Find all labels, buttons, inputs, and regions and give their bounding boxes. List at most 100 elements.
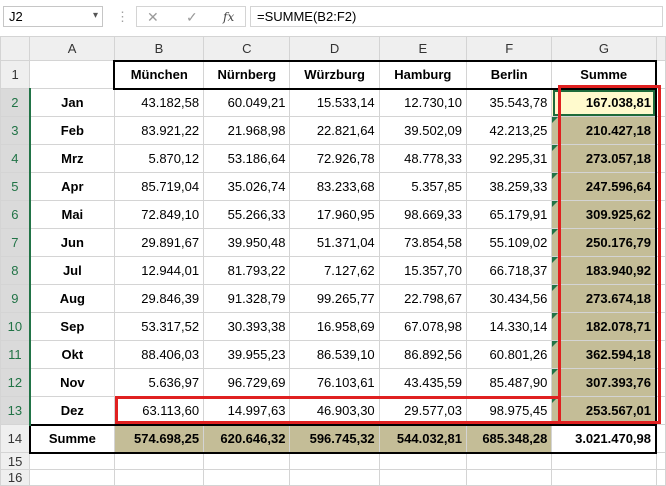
value-cell[interactable]: 5.357,85: [378, 172, 467, 201]
insert-function-icon[interactable]: fx: [223, 10, 234, 24]
enter-icon[interactable]: ✓: [186, 9, 198, 26]
value-cell[interactable]: 21.968,98: [203, 116, 291, 145]
value-cell[interactable]: 85.487,90: [465, 368, 553, 397]
empty-cell[interactable]: [465, 469, 553, 486]
value-cell[interactable]: 39.955,23: [203, 340, 291, 369]
total-cell[interactable]: 685.348,28: [465, 423, 553, 454]
column-header-f[interactable]: F: [465, 36, 553, 61]
row-header[interactable]: 14: [0, 424, 31, 453]
row-header[interactable]: 15: [0, 452, 31, 470]
month-label-cell[interactable]: Jun: [28, 228, 115, 257]
value-cell[interactable]: 43.182,58: [113, 88, 205, 117]
value-cell[interactable]: 98.669,33: [378, 200, 467, 229]
sum-cell[interactable]: 273.057,18: [551, 144, 658, 173]
value-cell[interactable]: 92.295,31: [465, 144, 553, 173]
row-header[interactable]: 13: [0, 396, 31, 425]
sum-cell[interactable]: 309.925,62: [551, 200, 658, 229]
name-box[interactable]: J2 ▾: [3, 6, 103, 27]
empty-cell[interactable]: [551, 469, 657, 486]
column-label-cell[interactable]: Nürnberg: [203, 59, 291, 90]
sum-cell[interactable]: 210.427,18: [551, 116, 658, 145]
column-header-e[interactable]: E: [378, 36, 467, 61]
value-cell[interactable]: 65.179,91: [465, 200, 553, 229]
empty-cell[interactable]: [378, 452, 467, 470]
value-cell[interactable]: 99.265,77: [289, 284, 380, 313]
value-cell[interactable]: 14.997,63: [203, 396, 291, 425]
empty-cell[interactable]: [655, 60, 666, 89]
row-header[interactable]: 4: [0, 144, 31, 173]
value-cell[interactable]: 30.393,38: [203, 312, 291, 341]
sum-cell[interactable]: 183.940,92: [551, 256, 658, 285]
total-cell[interactable]: 574.698,25: [113, 423, 205, 454]
row-header[interactable]: 2: [0, 88, 31, 117]
total-cell[interactable]: 544.032,81: [378, 423, 467, 454]
empty-cell[interactable]: [655, 368, 666, 397]
empty-cell[interactable]: [655, 452, 666, 470]
empty-cell[interactable]: [465, 452, 553, 470]
row-header[interactable]: 1: [0, 60, 31, 89]
month-label-cell[interactable]: Mrz: [28, 144, 115, 173]
value-cell[interactable]: 86.539,10: [289, 340, 380, 369]
empty-cell[interactable]: [655, 312, 666, 341]
row-header[interactable]: 5: [0, 172, 31, 201]
value-cell[interactable]: 51.371,04: [289, 228, 380, 257]
row-header[interactable]: 10: [0, 312, 31, 341]
value-cell[interactable]: 72.926,78: [289, 144, 380, 173]
value-cell[interactable]: 29.891,67: [113, 228, 205, 257]
value-cell[interactable]: 88.406,03: [113, 340, 205, 369]
row-header[interactable]: 12: [0, 368, 31, 397]
row-header[interactable]: 7: [0, 228, 31, 257]
value-cell[interactable]: 63.113,60: [113, 396, 205, 425]
value-cell[interactable]: 12.944,01: [113, 256, 205, 285]
sum-cell[interactable]: 307.393,76: [551, 368, 658, 397]
value-cell[interactable]: 91.328,79: [203, 284, 291, 313]
empty-cell[interactable]: [655, 172, 666, 201]
value-cell[interactable]: 96.729,69: [203, 368, 291, 397]
column-header-g[interactable]: G: [551, 36, 657, 61]
column-label-cell[interactable]: München: [113, 59, 205, 90]
month-label-cell[interactable]: Jul: [28, 256, 115, 285]
sum-cell[interactable]: 182.078,71: [551, 312, 658, 341]
empty-cell[interactable]: [655, 228, 666, 257]
value-cell[interactable]: 53.186,64: [203, 144, 291, 173]
month-label-cell[interactable]: Aug: [28, 284, 115, 313]
empty-cell[interactable]: [378, 469, 467, 486]
value-cell[interactable]: 86.892,56: [378, 340, 467, 369]
value-cell[interactable]: 12.730,10: [378, 88, 467, 117]
value-cell[interactable]: 7.127,62: [289, 256, 380, 285]
value-cell[interactable]: 42.213,25: [465, 116, 553, 145]
total-cell[interactable]: 620.646,32: [203, 423, 291, 454]
empty-cell[interactable]: [29, 469, 115, 486]
empty-cell[interactable]: [655, 469, 666, 486]
sum-cell[interactable]: 253.567,01: [551, 396, 658, 425]
value-cell[interactable]: 30.434,56: [465, 284, 553, 313]
cell-a1[interactable]: [29, 60, 115, 89]
month-label-cell[interactable]: Okt: [28, 340, 115, 369]
value-cell[interactable]: 35.543,78: [465, 88, 553, 117]
row-header[interactable]: 3: [0, 116, 31, 145]
value-cell[interactable]: 73.854,58: [378, 228, 467, 257]
sum-cell[interactable]: 273.674,18: [551, 284, 658, 313]
value-cell[interactable]: 38.259,33: [465, 172, 553, 201]
value-cell[interactable]: 55.109,02: [465, 228, 553, 257]
value-cell[interactable]: 98.975,45: [465, 396, 553, 425]
row-header[interactable]: 9: [0, 284, 31, 313]
chevron-down-icon[interactable]: ▾: [93, 10, 98, 21]
cancel-icon[interactable]: ✕: [147, 9, 159, 26]
value-cell[interactable]: 29.577,03: [378, 396, 467, 425]
empty-cell[interactable]: [29, 452, 115, 470]
drag-handle-icon[interactable]: ⋮: [116, 9, 129, 25]
active-cell[interactable]: 167.038,81: [551, 88, 658, 117]
value-cell[interactable]: 15.357,70: [378, 256, 467, 285]
empty-cell[interactable]: [655, 256, 666, 285]
value-cell[interactable]: 66.718,37: [465, 256, 553, 285]
sum-cell[interactable]: 247.596,64: [551, 172, 658, 201]
value-cell[interactable]: 53.317,52: [113, 312, 205, 341]
empty-cell[interactable]: [655, 116, 666, 145]
value-cell[interactable]: 83.233,68: [289, 172, 380, 201]
month-label-cell[interactable]: Nov: [28, 368, 115, 397]
column-label-cell[interactable]: Hamburg: [378, 59, 467, 90]
value-cell[interactable]: 83.921,22: [113, 116, 205, 145]
row-header[interactable]: 6: [0, 200, 31, 229]
empty-cell[interactable]: [655, 200, 666, 229]
